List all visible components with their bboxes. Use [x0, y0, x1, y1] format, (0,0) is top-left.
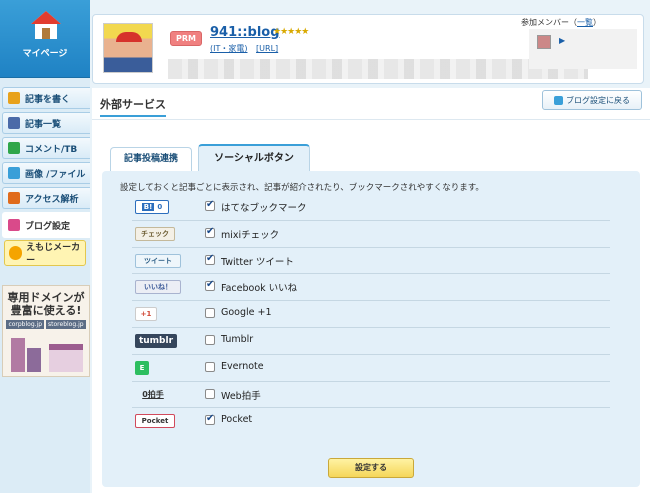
checkbox-evernote[interactable]: [205, 361, 215, 372]
checkbox-webclap[interactable]: [205, 388, 215, 399]
web-clap-icon: 0拍手: [142, 390, 164, 400]
sidebar-item-blog-settings[interactable]: ブログ設定: [2, 212, 90, 238]
service-label: Facebook いいね: [221, 283, 298, 295]
rating-stars: ★★★★★: [273, 27, 309, 37]
sidebar-item-write[interactable]: 記事を書く: [2, 87, 90, 109]
list-item: いいね！ Facebook いいね: [132, 274, 610, 302]
service-label: Evernote: [221, 360, 264, 372]
service-label: Google +1: [221, 307, 272, 319]
submit-button[interactable]: 設定する: [328, 458, 414, 478]
premium-badge: PRM: [170, 31, 202, 46]
home-icon: [31, 11, 61, 39]
list-item: B!0 はてなブックマーク: [132, 194, 610, 221]
page-title: 外部サービス: [100, 98, 166, 111]
service-label: Pocket: [221, 414, 253, 426]
ad-title-line1: 専用ドメインが: [7, 291, 85, 304]
main-content: 外部サービス ブログ設定に戻る 記事投稿連携 ソーシャルボタン 設定しておくと記…: [92, 88, 650, 493]
checkbox-mixi[interactable]: [205, 226, 215, 238]
members-close: ）: [593, 18, 601, 27]
ad-domain: storeblog.jp: [46, 320, 86, 329]
url-link[interactable]: [URL]: [256, 44, 278, 53]
sidebar-item-label: アクセス解析: [25, 194, 79, 205]
hatena-icon: B! 0: [135, 200, 169, 214]
sidebar-nav: 記事を書く 記事一覧 コメント/TB 画像 /ファイル アクセス解析 ブログ設定: [2, 87, 90, 241]
intro-text: 設定しておくと記事ごとに表示され、記事が紹介されたり、ブックマークされやすくなり…: [120, 183, 484, 193]
member-avatar[interactable]: [537, 35, 551, 49]
sidebar-item-label: 記事を書く: [25, 94, 71, 105]
sidebar-item-comments[interactable]: コメント/TB: [2, 137, 90, 159]
title-underline: [100, 115, 166, 117]
service-label: Tumblr: [221, 333, 254, 345]
list-item: 0拍手 Web拍手: [132, 382, 610, 409]
ad-domains: corpblog.jp storeblog.jp: [3, 320, 89, 329]
image-icon: [8, 167, 20, 179]
sidebar-item-label: 記事一覧: [25, 119, 62, 130]
sidebar-item-label: 画像 /ファイル: [25, 169, 86, 180]
mypage-label: マイページ: [22, 49, 68, 59]
wrench-icon: [8, 219, 20, 231]
blog-header: PRM 941::blog ★★★★★ (IT・家電) [URL] 参加メンバー…: [92, 14, 644, 84]
bar-chart-icon: [8, 192, 20, 204]
sidebar-item-label: コメント/TB: [25, 144, 78, 155]
members-label: 参加メンバー（: [521, 18, 577, 27]
blurred-description: [168, 59, 588, 79]
service-label: Twitter ツイート: [221, 256, 294, 268]
checkbox-tumblr[interactable]: [205, 334, 215, 345]
tumblr-icon: tumblr: [135, 333, 177, 348]
twitter-icon: ツイート: [135, 253, 181, 268]
sidebar-item-analytics[interactable]: アクセス解析: [2, 187, 90, 209]
tab-post-linking[interactable]: 記事投稿連携: [110, 147, 192, 171]
blog-avatar: [103, 23, 153, 73]
service-label: Web拍手: [221, 390, 261, 402]
services-list: B!0 はてなブックマーク チェック mixiチェック ツイート Twitter…: [132, 194, 610, 435]
sidebar-item-articles[interactable]: 記事一覧: [2, 112, 90, 134]
facebook-icon: いいね！: [135, 280, 181, 295]
emoji-maker-button[interactable]: えもじメーカー: [4, 240, 86, 266]
members-list-link[interactable]: 一覧: [577, 18, 593, 27]
divider: [92, 119, 650, 120]
checkbox-pocket[interactable]: [205, 413, 215, 426]
checkbox-hatena[interactable]: [205, 199, 215, 211]
list-item: チェック mixiチェック: [132, 221, 610, 248]
checkbox-twitter[interactable]: [205, 253, 215, 265]
sidebar-item-images[interactable]: 画像 /ファイル: [2, 162, 90, 184]
list-item: tumblr Tumblr: [132, 328, 610, 355]
emoji-maker-label: えもじメーカー: [26, 243, 81, 266]
list-item: E Evernote: [132, 355, 610, 382]
tab-social-buttons[interactable]: ソーシャルボタン: [198, 144, 310, 171]
list-item: +1 Google +1: [132, 301, 610, 328]
evernote-icon: E: [135, 360, 149, 375]
social-buttons-panel: 設定しておくと記事ごとに表示され、記事が紹介されたり、ブックマークされやすくなり…: [102, 171, 640, 487]
back-to-settings-button[interactable]: ブログ設定に戻る: [542, 90, 642, 110]
ad-title-line2: 豊富に使える!: [10, 304, 82, 317]
ad-domain: corpblog.jp: [6, 320, 45, 329]
mixi-icon: チェック: [135, 226, 175, 241]
sidebar-item-label: ブログ設定: [25, 221, 71, 232]
speech-bubble-icon: [8, 142, 20, 154]
google-plus-icon: +1: [135, 307, 157, 322]
back-button-label: ブログ設定に戻る: [566, 95, 630, 105]
domain-ad-banner[interactable]: 専用ドメインが 豊富に使える! corpblog.jp storeblog.jp: [2, 285, 90, 377]
blog-meta: (IT・家電) [URL]: [210, 43, 284, 54]
sidebar: マイページ 記事を書く 記事一覧 コメント/TB 画像 /ファイル アクセス解析…: [0, 0, 90, 493]
building-icon: [11, 338, 25, 372]
pencil-icon: [8, 92, 20, 104]
building-icon: [27, 348, 41, 372]
triangle-right-icon[interactable]: ▶: [559, 36, 565, 45]
mypage-button[interactable]: マイページ: [0, 0, 90, 78]
blog-title-link[interactable]: 941::blog: [210, 25, 280, 40]
service-label: はてなブックマーク: [221, 203, 307, 214]
list-item: ツイート Twitter ツイート: [132, 248, 610, 275]
back-icon: [554, 95, 563, 105]
category-link[interactable]: (IT・家電): [210, 44, 248, 53]
shop-icon: [49, 344, 83, 372]
members-header: 参加メンバー（一覧）: [521, 17, 601, 28]
checkbox-google[interactable]: [205, 308, 215, 319]
document-icon: [8, 117, 20, 129]
service-label: mixiチェック: [221, 229, 280, 241]
checkbox-facebook[interactable]: [205, 279, 215, 292]
list-item: Pocket Pocket: [132, 408, 610, 435]
emoji-icon: [9, 246, 23, 260]
pocket-icon: Pocket: [135, 414, 175, 429]
